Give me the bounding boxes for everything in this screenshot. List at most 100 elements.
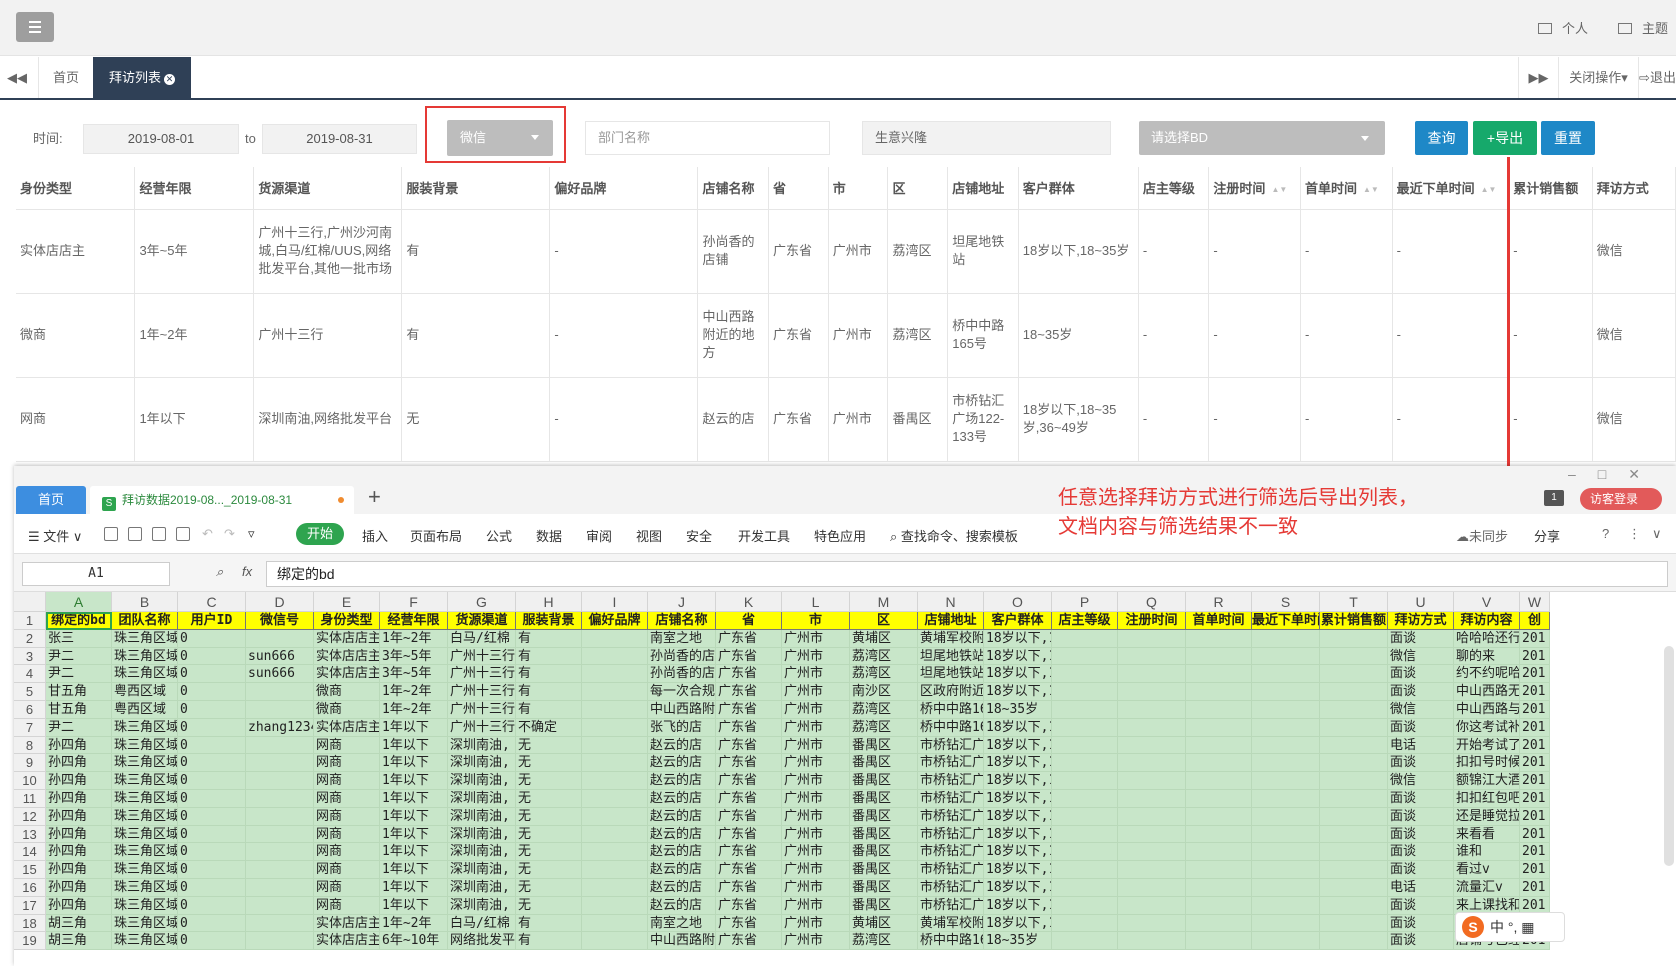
grid-cell[interactable] <box>1320 754 1388 773</box>
grid-cell[interactable]: 胡三角 <box>46 932 112 951</box>
grid-cell[interactable] <box>1186 718 1252 737</box>
grid-cell[interactable]: 每一次合规 <box>648 683 716 701</box>
grid-cell[interactable] <box>1320 647 1388 666</box>
grid-cell[interactable] <box>246 790 314 808</box>
grid-cell[interactable] <box>1252 790 1320 808</box>
grid-cell[interactable]: 广东省 <box>716 629 782 648</box>
grid-cell[interactable]: 201 <box>1520 843 1550 862</box>
grid-cell[interactable]: 201 <box>1520 647 1550 666</box>
more-icon[interactable]: ▿ <box>248 526 255 542</box>
grid-cell[interactable] <box>1320 825 1388 844</box>
header-cell[interactable]: 客户群体 <box>984 612 1052 630</box>
grid-cell[interactable] <box>582 807 648 826</box>
grid-cell[interactable]: 网商 <box>314 772 380 790</box>
spreadsheet-home-tab[interactable]: 首页 <box>16 486 86 514</box>
grid-cell[interactable]: 18岁以下,18~35岁,3 <box>984 754 1052 773</box>
grid-cell[interactable]: 聊的来 <box>1454 647 1520 666</box>
grid-cell[interactable] <box>1052 701 1118 719</box>
help-icon[interactable]: ? <box>1602 526 1609 541</box>
grid-cell[interactable] <box>246 736 314 755</box>
grid-cell[interactable]: 18岁以下,18~35岁,3 <box>984 736 1052 755</box>
row-number[interactable]: 14 <box>14 843 46 862</box>
grid-cell[interactable] <box>1186 629 1252 648</box>
grid-cell[interactable] <box>1252 665 1320 684</box>
file-menu[interactable]: ☰ 文件 ∨ <box>28 526 82 545</box>
grid-cell[interactable]: 黄埔军校附近 <box>918 914 984 933</box>
column-letter[interactable]: K <box>716 592 782 612</box>
grid-cell[interactable] <box>1252 772 1320 790</box>
grid-cell[interactable]: 深圳南油, <box>448 825 516 844</box>
grid-cell[interactable] <box>582 736 648 755</box>
grid-cell[interactable]: 深圳南油, <box>448 861 516 879</box>
grid-cell[interactable]: 广东省 <box>716 754 782 773</box>
header-cell[interactable]: 累计销售额 <box>1320 612 1388 630</box>
vertical-scrollbar[interactable] <box>1664 646 1674 866</box>
grid-cell[interactable]: 市桥钻汇广场 <box>918 736 984 755</box>
grid-cell[interactable]: 赵云的店 <box>648 879 716 897</box>
grid-cell[interactable]: 桥中中路165 <box>918 932 984 951</box>
grid-cell[interactable]: 广东省 <box>716 665 782 684</box>
grid-cell[interactable]: 赵云的店 <box>648 861 716 879</box>
grid-cell[interactable]: 微信 <box>1388 701 1454 719</box>
grid-cell[interactable]: 孙四角 <box>46 843 112 862</box>
grid-cell[interactable] <box>1118 647 1186 666</box>
grid-cell[interactable]: 广州市 <box>782 647 850 666</box>
grid-cell[interactable]: 粤西区域 <box>112 701 178 719</box>
grid-cell[interactable] <box>1118 772 1186 790</box>
grid-cell[interactable]: 0 <box>178 932 246 951</box>
grid-cell[interactable]: 3年~5年 <box>380 665 448 684</box>
grid-cell[interactable] <box>1052 629 1118 648</box>
grid-cell[interactable]: 中山西路附近 <box>648 701 716 719</box>
window-controls[interactable]: –□✕ <box>1568 466 1662 483</box>
grid-cell[interactable]: 广州十三行 <box>448 701 516 719</box>
grid-cell[interactable]: 广州十三行 <box>448 647 516 666</box>
grid-cell[interactable]: 电话 <box>1388 736 1454 755</box>
grid-cell[interactable]: 孙四角 <box>46 790 112 808</box>
grid-cell[interactable] <box>1118 843 1186 862</box>
grid-cell[interactable] <box>1186 807 1252 826</box>
column-letter[interactable]: R <box>1186 592 1252 612</box>
grid-cell[interactable]: 张三 <box>46 629 112 648</box>
date-to-input[interactable]: 2019-08-31 <box>262 124 417 154</box>
grid-cell[interactable]: 0 <box>178 825 246 844</box>
grid-cell[interactable]: 孙四角 <box>46 879 112 897</box>
grid-cell[interactable] <box>582 790 648 808</box>
grid-cell[interactable]: 番禺区 <box>850 825 918 844</box>
new-tab-button[interactable]: + <box>368 484 381 510</box>
grid-cell[interactable] <box>1118 629 1186 648</box>
header-cell[interactable]: 团队名称 <box>112 612 178 630</box>
grid-cell[interactable]: sun666 <box>246 665 314 684</box>
grid-cell[interactable] <box>582 629 648 648</box>
grid-cell[interactable]: 珠三角区域 <box>112 754 178 773</box>
grid-cell[interactable]: 0 <box>178 879 246 897</box>
header-cell[interactable]: 创 <box>1520 612 1550 630</box>
grid-cell[interactable]: 网络批发平台 <box>448 932 516 951</box>
grid-cell[interactable]: 实体店店主 <box>314 665 380 684</box>
grid-cell[interactable] <box>1252 914 1320 933</box>
grid-cell[interactable] <box>1186 736 1252 755</box>
grid-cell[interactable]: 网商 <box>314 896 380 915</box>
grid-cell[interactable] <box>1052 754 1118 773</box>
grid-cell[interactable]: 电话 <box>1388 879 1454 897</box>
grid-cell[interactable]: 深圳南油, <box>448 843 516 862</box>
security-tab[interactable]: 安全 <box>686 526 712 545</box>
grid-cell[interactable]: 甘五角 <box>46 701 112 719</box>
column-letter[interactable]: O <box>984 592 1052 612</box>
grid-cell[interactable]: 珠三角区域 <box>112 861 178 879</box>
grid-cell[interactable]: 尹二 <box>46 665 112 684</box>
grid-cell[interactable]: 18岁以下,18~35岁,3 <box>984 790 1052 808</box>
grid-cell[interactable]: 0 <box>178 647 246 666</box>
grid-cell[interactable] <box>1118 914 1186 933</box>
grid-cell[interactable]: 黄埔区 <box>850 629 918 648</box>
tab-close-icon[interactable]: ✕ <box>164 74 175 85</box>
column-letter[interactable]: W <box>1520 592 1550 612</box>
grid-cell[interactable]: 广州市 <box>782 825 850 844</box>
grid-cell[interactable]: 南室之地 <box>648 629 716 648</box>
grid-cell[interactable]: 201 <box>1520 736 1550 755</box>
grid-cell[interactable]: 广州十三行 <box>448 665 516 684</box>
cell-reference-box[interactable]: A1 <box>22 562 170 586</box>
grid-cell[interactable]: 珠三角区域 <box>112 896 178 915</box>
grid-cell[interactable]: 市桥钻汇广场 <box>918 772 984 790</box>
grid-cell[interactable]: 哈哈哈还行 <box>1454 629 1520 648</box>
grid-cell[interactable] <box>1052 683 1118 701</box>
